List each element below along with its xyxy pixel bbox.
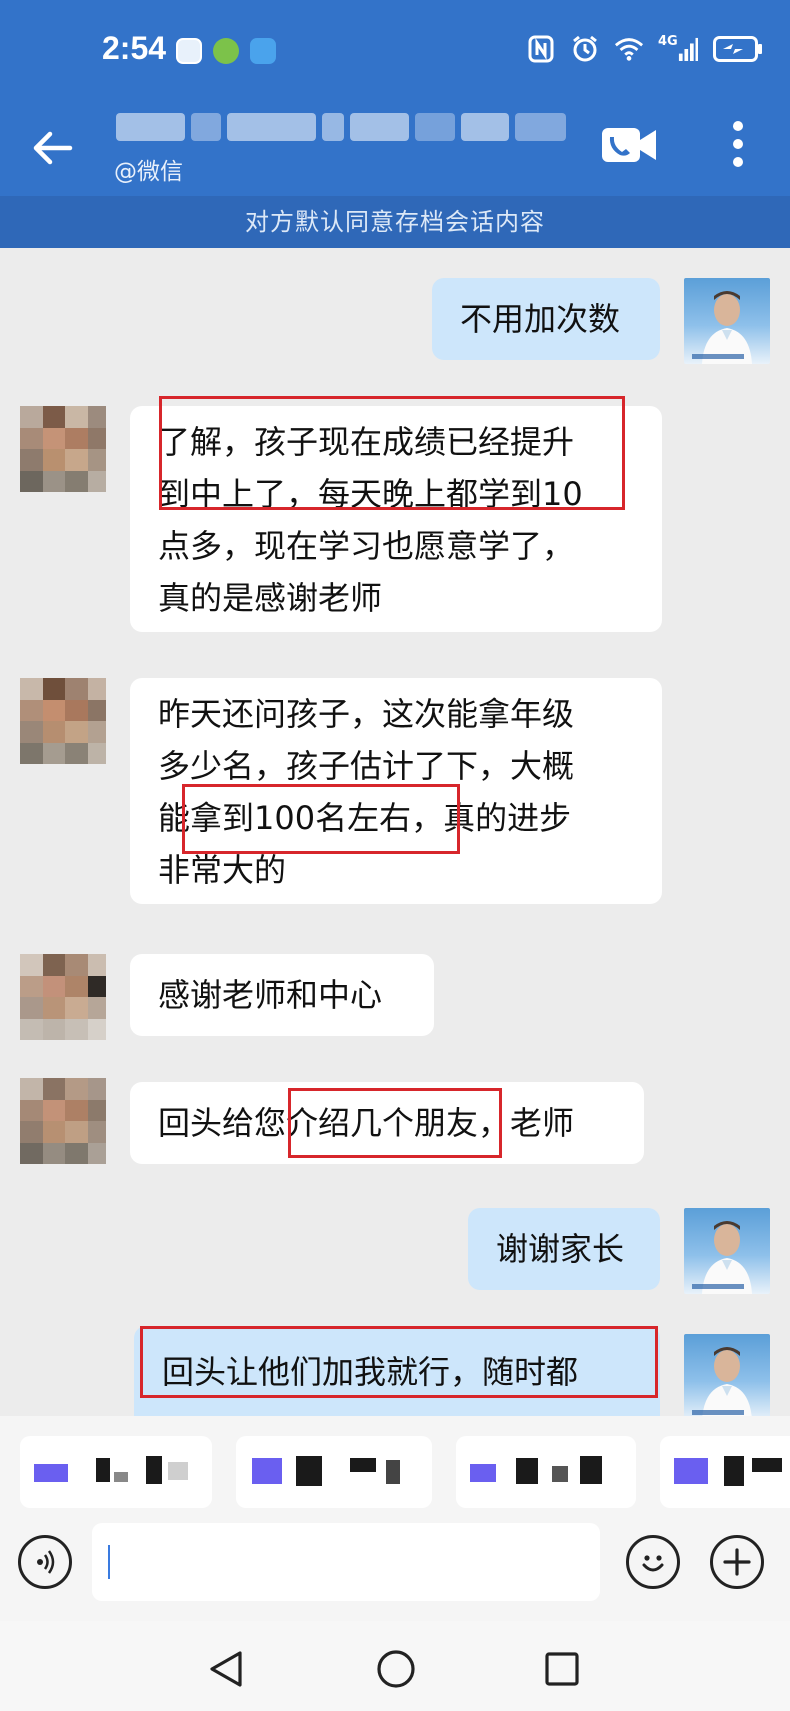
- status-time: 2:54: [102, 30, 167, 66]
- arrow-left-icon: [33, 131, 73, 165]
- message-bubble-outgoing[interactable]: 不用加次数: [432, 278, 660, 360]
- message-bubble-incoming[interactable]: 了解，孩子现在成绩已经提升 到中上了，每天晚上都学到10 点多，现在学习也愿意学…: [130, 406, 662, 632]
- nav-recents-icon[interactable]: [544, 1651, 580, 1687]
- message-bubble-outgoing[interactable]: 谢谢家长: [468, 1208, 660, 1290]
- message-line: 到中上了，每天晚上都学到10: [158, 475, 583, 513]
- contact-avatar[interactable]: [20, 1078, 106, 1164]
- weather-app-icon: [250, 38, 276, 64]
- emoji-button[interactable]: [626, 1535, 680, 1589]
- my-avatar[interactable]: [684, 1208, 770, 1294]
- my-avatar[interactable]: [684, 278, 770, 364]
- message-line: 点多，现在学习也愿意学了，: [158, 527, 575, 565]
- contact-avatar[interactable]: [20, 678, 106, 764]
- message-bubble-incoming[interactable]: 感谢老师和中心: [130, 954, 434, 1036]
- wifi-icon: [614, 34, 644, 64]
- plus-button[interactable]: [710, 1535, 764, 1589]
- pixelated-avatar: [20, 954, 106, 1040]
- message-line: 真的是感谢老师: [158, 579, 383, 617]
- plus-icon: [723, 1548, 751, 1576]
- system-nav-bar: [0, 1621, 790, 1711]
- message-bubble-outgoing[interactable]: 回头让他们加我就行，随时都: [134, 1326, 660, 1416]
- alarm-icon: [570, 34, 600, 64]
- message-line: 非常大的: [158, 851, 287, 889]
- nfc-icon: [526, 34, 556, 64]
- nav-back-icon[interactable]: [208, 1649, 244, 1689]
- status-icons: 4G: [526, 34, 764, 64]
- message-text: 不用加次数: [460, 300, 621, 338]
- input-bar: [0, 1515, 790, 1625]
- contact-subtitle: @微信: [114, 159, 183, 185]
- text-caret: [108, 1545, 110, 1579]
- chat-header: @微信: [0, 100, 790, 196]
- message-list[interactable]: 不用加次数 了解，孩子现在成绩已经提升 到中上了，每天晚上都学到10 点多，现在…: [0, 248, 790, 1416]
- quick-reply-chip[interactable]: [20, 1436, 212, 1508]
- person-photo-icon: [692, 1347, 752, 1416]
- message-text: 谢谢家长: [496, 1230, 625, 1268]
- voice-button[interactable]: [18, 1535, 72, 1589]
- quick-reply-bar: [0, 1416, 790, 1526]
- emoji-icon: [642, 1555, 664, 1572]
- message-text: 回头让他们加我就行，随时都: [162, 1353, 579, 1391]
- my-avatar[interactable]: [684, 1334, 770, 1416]
- contact-avatar[interactable]: [20, 406, 106, 492]
- contact-avatar[interactable]: [20, 954, 106, 1040]
- quick-reply-chip[interactable]: [236, 1436, 432, 1508]
- archive-notice: 对方默认同意存档会话内容: [0, 196, 790, 248]
- message-line: 能拿到100名左右，真的进步: [158, 799, 572, 837]
- message-line: 昨天还问孩子，这次能拿年级: [158, 695, 575, 733]
- shield-app-icon: [176, 38, 202, 64]
- contact-name-redacted: [116, 106, 566, 148]
- video-call-button[interactable]: [600, 124, 660, 166]
- message-text: 回头给您介绍几个朋友，老师: [158, 1104, 575, 1142]
- message-input[interactable]: [92, 1523, 600, 1601]
- person-photo-icon: [692, 291, 752, 364]
- pixelated-avatar: [20, 406, 106, 492]
- nav-home-icon[interactable]: [376, 1649, 416, 1689]
- battery-icon: [712, 34, 764, 64]
- video-call-icon: [602, 128, 656, 162]
- message-bubble-incoming[interactable]: 回头给您介绍几个朋友，老师: [130, 1082, 644, 1164]
- message-line: 多少名，孩子估计了下，大概: [158, 747, 575, 785]
- person-photo-icon: [692, 1221, 752, 1294]
- signal-icon: 4G: [658, 34, 698, 64]
- quick-reply-chip[interactable]: [456, 1436, 636, 1508]
- quick-reply-chip[interactable]: [660, 1436, 790, 1508]
- settings-app-icon: [213, 38, 239, 64]
- message-text: 感谢老师和中心: [158, 976, 383, 1014]
- status-bar: 2:54 4G: [0, 0, 790, 100]
- more-button[interactable]: [730, 118, 746, 170]
- voice-icon: [37, 1550, 55, 1574]
- more-vertical-icon: [733, 121, 743, 167]
- pixelated-avatar: [20, 678, 106, 764]
- network-type: 4G: [658, 33, 678, 49]
- message-bubble-incoming[interactable]: 昨天还问孩子，这次能拿年级 多少名，孩子估计了下，大概 能拿到100名左右，真的…: [130, 678, 662, 904]
- pixelated-avatar: [20, 1078, 106, 1164]
- back-button[interactable]: [28, 124, 76, 172]
- message-line: 了解，孩子现在成绩已经提升: [158, 423, 575, 461]
